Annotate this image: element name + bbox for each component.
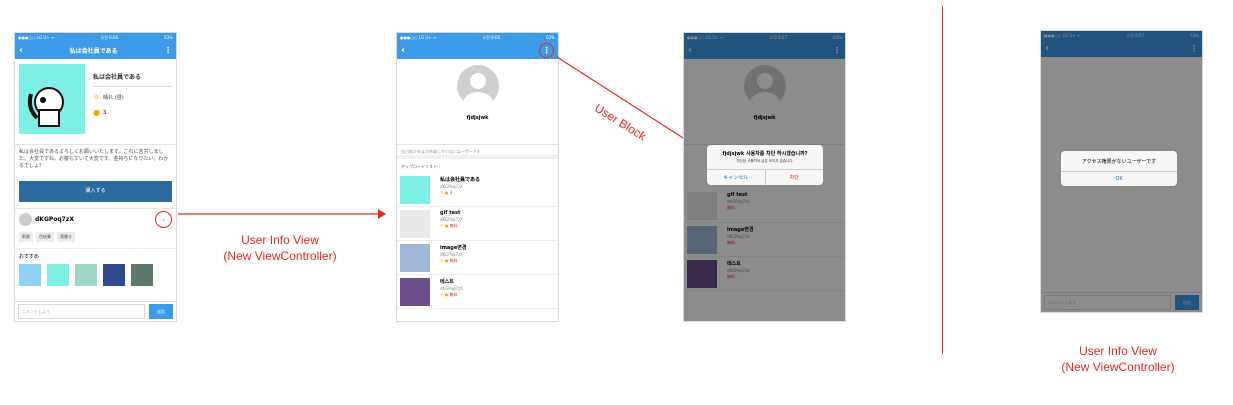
recommend-title: おすすめ bbox=[15, 248, 176, 264]
author-row[interactable]: dKGPoq7zX › bbox=[15, 208, 176, 230]
item-price: ☼ ● 無料 bbox=[440, 292, 463, 298]
artwork-drawing bbox=[27, 87, 64, 127]
author-name: dKGPoq7zX bbox=[35, 216, 74, 223]
item-thumb bbox=[400, 176, 430, 204]
item-price-value: 無料 bbox=[449, 292, 458, 297]
caption-line: User Info View bbox=[241, 233, 319, 247]
send-button[interactable]: 送信 bbox=[149, 304, 173, 319]
recommend-thumb[interactable] bbox=[103, 264, 125, 286]
phone-block-dialog: ●●●○○ LG U+ ᯤ 오전 8:67 63% ‹ ⋮ fjdjsjwk g… bbox=[683, 32, 846, 322]
item-user: dKGPoq7zX bbox=[440, 217, 463, 222]
more-icon[interactable]: ⋮ bbox=[164, 46, 172, 55]
sun-icon: ☼ ● bbox=[440, 223, 450, 228]
recommend-thumb[interactable] bbox=[75, 264, 97, 286]
chevron-right-icon[interactable]: › bbox=[155, 211, 172, 228]
profile-header: fjdjsjwk bbox=[397, 65, 558, 145]
item-price: ☼ ● 無料 bbox=[440, 223, 463, 229]
block-dialog: fjdjsjwk 사용자를 차단 하시겠습니까? 차단된 사용자의 글은 보이지… bbox=[707, 145, 823, 185]
list-item[interactable]: 테스트 dKGPoq7zX ☼ ● 無料 bbox=[397, 275, 558, 309]
dialog-title: fjdjsjwk 사용자를 차단 하시겠습니까? bbox=[722, 151, 808, 157]
dialog-message: 차단된 사용자의 글은 보이지 않습니다. bbox=[736, 159, 794, 163]
caption-user-info-1: User Info View (New ViewController) bbox=[205, 232, 355, 264]
tag-chip[interactable]: 落書き bbox=[57, 232, 75, 242]
item-user: dKGPoq7zX bbox=[440, 252, 463, 257]
item-price-value: 3 bbox=[449, 190, 453, 195]
like-count: 3 bbox=[102, 109, 107, 116]
status-bar: ●●●○○ LG U+ ᯤ 오전 8:66 63% bbox=[397, 33, 558, 42]
item-title: image변경 bbox=[440, 245, 467, 251]
buy-button[interactable]: 購入する bbox=[19, 181, 172, 202]
battery-label: 63% bbox=[164, 35, 173, 40]
dialog-message: アクセス権限がないユーザーです bbox=[1081, 159, 1157, 165]
phone-user-info: ●●●○○ LG U+ ᯤ 오전 8:66 63% ‹ ⋮ fjdjsjwk 自… bbox=[396, 32, 559, 322]
caption-user-info-2: User Info View (New ViewController) bbox=[1043, 343, 1193, 375]
sun-like-icon[interactable]: ● bbox=[93, 108, 100, 117]
battery-label: 63% bbox=[546, 35, 555, 40]
ok-button[interactable]: OK bbox=[1061, 172, 1177, 186]
comment-input[interactable]: コメントしよう bbox=[18, 304, 145, 319]
nav-bar: ‹ ⋮ bbox=[397, 42, 558, 59]
sun-icon: ☼ ● bbox=[440, 292, 450, 297]
upload-list-title: アップロードリスト bbox=[401, 164, 437, 169]
list-item[interactable]: image변경 dKGPoq7zX ☼ ● 無料 bbox=[397, 241, 558, 275]
carrier-label: ●●●○○ LG U+ ᯤ bbox=[18, 34, 55, 40]
item-user: dKGPoq7zX bbox=[440, 286, 463, 291]
sun-icon: ☼ ● bbox=[440, 258, 450, 263]
recommend-list bbox=[15, 264, 176, 286]
recommend-thumb[interactable] bbox=[131, 264, 153, 286]
item-thumb bbox=[400, 210, 430, 238]
post-header: 私は会社員である ☼ 晴れ (昼) ● 3 bbox=[15, 59, 176, 145]
profile-name: fjdjsjwk bbox=[466, 115, 489, 121]
back-icon[interactable]: ‹ bbox=[401, 45, 405, 56]
item-title: gif test bbox=[440, 210, 461, 216]
phone-access-denied: ●●●○○ LG U+ ᯤ 오전 8:67 63% ‹ ⋮ コメントしよう 送信… bbox=[1040, 30, 1203, 313]
list-item[interactable]: 私は会社員である dKGPoq7zX ☼ ● 3 bbox=[397, 173, 558, 207]
carrier-label: ●●●○○ LG U+ ᯤ bbox=[400, 34, 437, 40]
item-price: ☼ ● 3 bbox=[440, 190, 480, 195]
more-icon[interactable]: ⋮ bbox=[539, 43, 554, 58]
time-label: 오전 8:66 bbox=[100, 34, 119, 40]
sun-icon: ☼ ● bbox=[440, 190, 450, 195]
item-thumb bbox=[400, 278, 430, 306]
recommend-thumb[interactable] bbox=[47, 264, 69, 286]
nav-bar: ‹ 私は会社員である ⋮ bbox=[15, 42, 176, 59]
post-image[interactable] bbox=[19, 64, 85, 134]
item-title: 私は会社員である bbox=[440, 177, 480, 183]
list-item[interactable]: gif test dKGPoq7zX ☼ ● 無料 bbox=[397, 207, 558, 241]
profile-avatar bbox=[456, 65, 499, 107]
section-divider bbox=[942, 6, 943, 354]
flow-arrow-1 bbox=[178, 209, 386, 219]
tag-chip[interactable]: 朝暮 bbox=[19, 232, 33, 242]
caption-line: (New ViewController) bbox=[223, 249, 337, 263]
item-title: 테스트 bbox=[440, 279, 454, 285]
profile-intro: 自己紹介をまだ作成していないユーザーです bbox=[397, 145, 558, 159]
item-price-value: 無料 bbox=[449, 223, 458, 228]
tag-list: 朝暮 色絵筆 落書き bbox=[15, 230, 176, 244]
comment-bar: コメントしよう 送信 bbox=[15, 301, 176, 321]
tag-chip[interactable]: 色絵筆 bbox=[36, 232, 54, 242]
caption-line: User Info View bbox=[1079, 344, 1157, 358]
recommend-thumb[interactable] bbox=[19, 264, 41, 286]
weather-label: 晴れ (昼) bbox=[103, 95, 124, 101]
phone-post-detail: ●●●○○ LG U+ ᯤ 오전 8:66 63% ‹ 私は会社員である ⋮ 私… bbox=[14, 32, 177, 322]
block-button[interactable]: 차단 bbox=[766, 170, 824, 185]
avatar bbox=[19, 213, 32, 226]
time-label: 오전 8:66 bbox=[482, 34, 501, 40]
item-user: dKGPoq7zX bbox=[440, 184, 463, 189]
caption-line: (New ViewController) bbox=[1061, 360, 1175, 374]
cancel-button[interactable]: キャンセル bbox=[707, 170, 766, 185]
item-price: ☼ ● 無料 bbox=[440, 258, 466, 264]
status-bar: ●●●○○ LG U+ ᯤ 오전 8:66 63% bbox=[15, 33, 176, 42]
nav-title: 私は会社員である bbox=[69, 48, 118, 55]
weather-sun-icon: ☼ bbox=[93, 93, 101, 102]
post-description: 私は会社員であるよろしくお願いいたします。これに苦労しました。大変ですね。お腹も… bbox=[19, 149, 169, 169]
item-thumb bbox=[400, 244, 430, 272]
access-dialog: アクセス権限がないユーザーです OK bbox=[1061, 151, 1177, 186]
post-title: 私は会社員である bbox=[93, 72, 172, 87]
back-icon[interactable]: ‹ bbox=[19, 45, 23, 56]
item-price-value: 無料 bbox=[449, 258, 458, 263]
